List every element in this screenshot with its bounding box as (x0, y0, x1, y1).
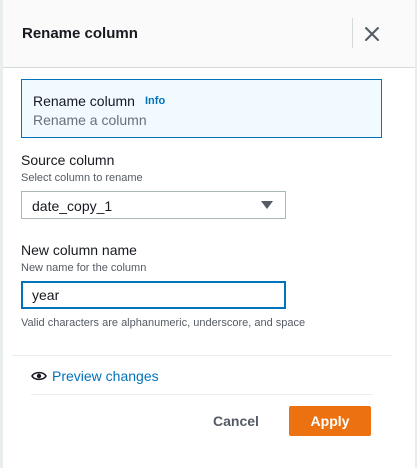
rename-column-panel: Rename column Rename column Info Rename … (0, 0, 417, 468)
new-column-name-label: New column name (21, 242, 137, 258)
cancel-button[interactable]: Cancel (201, 406, 271, 436)
info-box-subtitle: Rename a column (33, 112, 147, 128)
apply-button[interactable]: Apply (289, 406, 371, 436)
source-column-select[interactable]: date_copy_1 (21, 191, 286, 219)
header-divider (352, 18, 353, 48)
section-divider (12, 355, 392, 356)
source-column-description: Select column to rename (21, 172, 143, 184)
new-column-name-input[interactable] (21, 281, 286, 309)
preview-changes-label: Preview changes (52, 368, 159, 384)
close-icon (365, 27, 379, 41)
source-column-selected-value: date_copy_1 (32, 198, 113, 214)
close-button[interactable] (360, 22, 384, 46)
new-column-name-description: New name for the column (21, 262, 147, 274)
info-box: Rename column Info Rename a column (21, 79, 382, 138)
new-column-name-hint: Valid characters are alphanumeric, under… (21, 317, 306, 329)
panel-title: Rename column (22, 25, 138, 42)
info-box-title: Rename column (33, 93, 135, 109)
panel-header: Rename column (3, 0, 415, 68)
footer-divider (31, 394, 373, 395)
eye-icon (31, 371, 47, 381)
info-link[interactable]: Info (145, 95, 165, 107)
caret-down-icon (261, 201, 273, 209)
panel-left-edge (0, 0, 3, 468)
source-column-label: Source column (21, 152, 115, 168)
